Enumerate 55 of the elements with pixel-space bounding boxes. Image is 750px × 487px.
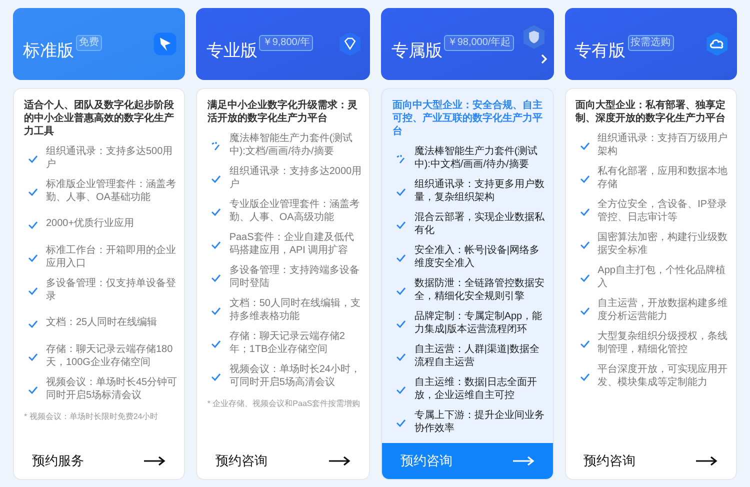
plan-description: 面向中大型企业：安全合规、自主可控、产业互联的数字化生产力平台 [392,99,543,138]
feature-text: 自主运营：人群|渠道|数据全流程自主运营 [414,344,541,369]
plan-header[interactable]: 专业版 ￥9,800/年 [196,8,370,80]
feature-text: 视频会议：单场时长45分钟可同时开启5场标清会议 [46,377,178,402]
consult-button[interactable]: 预约咨询 [197,443,370,479]
feature-text: 标准工作台：开箱即用的企业应用入口 [46,245,177,270]
feature-text: 魔法棒智能生产力套件(测试中):文档/画画/待办/摘要 [229,133,354,158]
feature-text: 自主运维：数据|日志全面开放，企业运维自主可控 [414,377,538,402]
feature-text: 标准版企业管理套件：涵盖考勤、人事、OA基础功能 [46,179,177,204]
plan-header[interactable]: 专属版 ￥98,000/年起 [381,8,554,80]
feature-text: 私有化部署，应用和数据本地存储 [598,166,729,191]
feature-text: 2000+优质行业应用 [46,218,134,231]
feature-text: 大型复杂组织分级授权，条线制管理，精细化管控 [598,331,729,356]
consult-button[interactable]: 预约咨询 [566,443,736,479]
plan-description: 适合个人、团队及数字化起步阶段的中小企业普惠高效的数字化生产力工具 [24,99,174,138]
feature-text: 视频会议：单场时长24小时，可同时开启5场高清会议 [229,364,362,389]
plan-header[interactable]: 标准版 免费 [13,8,186,80]
feature-text: 混合云部署，实现企业数据私有化 [414,212,546,237]
feature-text: 专业版企业管理套件：涵盖考勤、人事、OA高级功能 [229,199,360,224]
feature-text: PaaS套件：企业自建及低代码搭建应用，API 调用扩容 [229,232,355,257]
feature-text: 品牌定制：专属定制App，能力集成|版本运营流程闭环 [414,311,544,336]
feature-text: 安全准入：帐号|设备|网络多维度安全准入 [414,245,541,270]
footnote: * 视频会议：单场时长限时免费24小时 [24,412,160,422]
feature-text: App自主打包，个性化品牌植入 [598,265,726,290]
footnote: * 企业存储、视频会议和PaaS套件按需增购 [207,399,360,409]
feature-text: 平台深度开放，可实现应用开发、模块集成等定制能力 [598,364,729,389]
plan-header[interactable]: 专有版 按需选购 [564,8,737,80]
feature-text: 存储：聊天记录云端存储2年；1TB企业存储空间 [229,331,346,356]
feature-text: 组织通讯录：支持多达2000用户 [229,166,363,191]
plan-description: 满足中小企业数字化升级需求：灵活开放的数字化生产力平台 [207,99,358,125]
plan-title: 专属版 [391,40,442,62]
feature-text: 魔法棒智能生产力套件(测试中):中文档/画画/待办/摘要 [414,146,539,171]
consult-button[interactable]: 预约服务 [14,443,184,479]
feature-text: 组织通讯录：支持多达500用户 [46,146,174,171]
feature-text: 组织通讯录：支持百万级用户架构 [598,133,729,158]
feature-text: 文档：25人同时在线编辑 [46,317,158,330]
feature-text: 文档：50人同时在线编辑，支持多维表格功能 [229,298,362,323]
price-tag: ￥98,000/年起 [444,35,514,51]
plan-title: 专业版 [206,40,258,62]
feature-text: 国密算法加密，构建行业级数据安全标准 [598,232,729,257]
feature-text: 全方位安全，含设备、IP登录管控、日志审计等 [598,199,728,224]
feature-text: 多设备管理：仅支持单设备登录 [46,278,177,303]
feature-text: 存储：聊天记录云端存储180天，100G企业存储空间 [46,344,174,369]
feature-text: 数据防泄：全链路管控数据安全，精细化安全规则引擎 [414,278,546,303]
feature-text: 自主运营，开放数据构建多维度分析运营能力 [598,298,729,323]
plan-description: 面向大型企业：私有部署、独享定制、深度开放的数字化生产力平台 [576,99,726,125]
feature-text: 多设备管理：支持跨端多设备同时登陆 [229,265,360,290]
plan-title: 专有版 [574,40,626,62]
consult-button[interactable]: 预约咨询 [382,443,553,479]
feature-text: 组织通讯录：支持更多用户数量，复杂组织架构 [414,179,546,204]
feature-text: 专属上下游：提升企业间业务协作效率 [414,410,546,435]
price-tag: 按需选购 [628,35,674,51]
plan-title: 标准版 [23,40,74,62]
price-tag: 免费 [76,35,102,51]
price-tag: ￥9,800/年 [259,35,314,51]
